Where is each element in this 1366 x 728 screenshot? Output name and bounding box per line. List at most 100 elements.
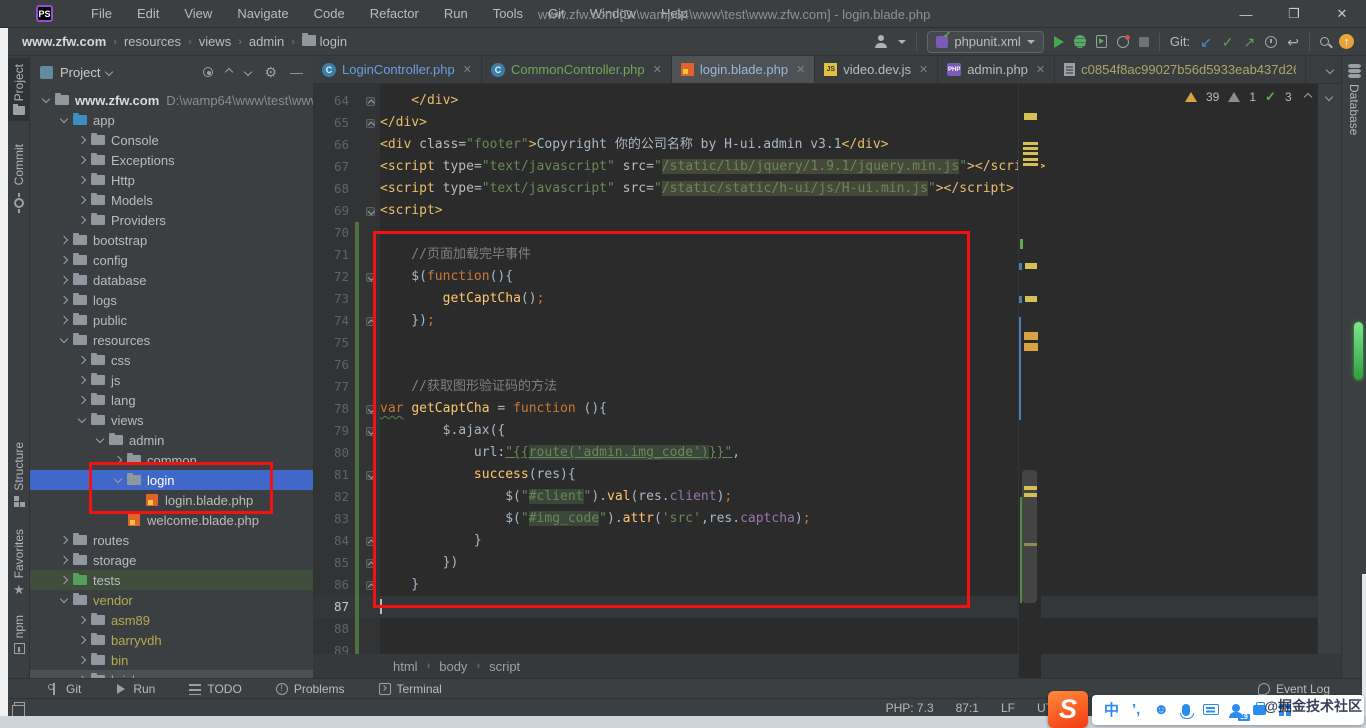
menu-item-tools[interactable]: Tools	[493, 6, 523, 21]
menu-item-navigate[interactable]: Navigate	[237, 6, 288, 21]
editor-tab-LoginController-php[interactable]: CLoginController.php✕	[313, 56, 482, 83]
code-line-66[interactable]: 66<div class="footer">Copyright 你的公司名称 b…	[313, 134, 1318, 156]
code-line-88[interactable]: 88	[313, 618, 1318, 640]
close-icon[interactable]: ✕	[463, 63, 472, 76]
hide-panel-icon[interactable]: —	[290, 65, 303, 80]
vcs-added-stripe-line[interactable]	[1020, 497, 1022, 603]
tree-item-resources[interactable]: resources	[30, 330, 313, 350]
breadcrumb-item-resources[interactable]: resources	[124, 34, 181, 49]
vcs-stripe-mark[interactable]	[1019, 263, 1022, 270]
tree-closed-chevron-icon[interactable]	[74, 657, 90, 663]
fold-end-icon[interactable]	[366, 97, 375, 106]
ime-account-icon[interactable]: 19	[1232, 704, 1240, 712]
user-icon[interactable]	[874, 35, 888, 48]
tree-item-admin[interactable]: admin	[30, 430, 313, 450]
tree-item-Console[interactable]: Console	[30, 130, 313, 150]
vcs-stripe-mark[interactable]	[1019, 296, 1022, 303]
git-push-button[interactable]: ↗	[1244, 35, 1256, 49]
tree-open-chevron-icon[interactable]	[56, 598, 72, 602]
search-everywhere-button[interactable]	[1320, 37, 1329, 46]
maximize-button[interactable]: ❐	[1270, 0, 1318, 28]
tree-closed-chevron-icon[interactable]	[56, 297, 72, 303]
editor-breadcrumb-script[interactable]: script	[489, 659, 520, 674]
tree-item-css[interactable]: css	[30, 350, 313, 370]
fold-open-icon[interactable]	[366, 207, 375, 216]
close-icon[interactable]: ✕	[919, 63, 928, 76]
tree-item-Providers[interactable]: Providers	[30, 210, 313, 230]
tree-open-chevron-icon[interactable]	[38, 98, 54, 102]
locate-file-icon[interactable]	[203, 67, 213, 77]
tree-closed-chevron-icon[interactable]	[56, 277, 72, 283]
hidden-tabs-chevron-icon[interactable]	[1326, 65, 1334, 73]
dim-stripe-mark[interactable]	[1024, 543, 1037, 546]
tree-item-barryvdh[interactable]: barryvdh	[30, 630, 313, 650]
close-icon[interactable]: ✕	[1036, 63, 1045, 76]
editor-error-stripe[interactable]	[1018, 84, 1041, 678]
tool-tab-project[interactable]: Project	[8, 58, 30, 121]
tree-item-asm89[interactable]: asm89	[30, 610, 313, 630]
tree-closed-chevron-icon[interactable]	[56, 537, 72, 543]
editor-tab-c0854f8ac99027b56d5933eab437d26e22[interactable]: c0854f8ac99027b56d5933eab437d26e22	[1055, 56, 1306, 83]
collapse-all-icon[interactable]	[225, 68, 233, 76]
editor-breadcrumb-html[interactable]: html	[393, 659, 418, 674]
ime-keyboard-icon[interactable]	[1203, 704, 1219, 715]
tree-closed-chevron-icon[interactable]	[74, 217, 90, 223]
tree-open-chevron-icon[interactable]	[56, 118, 72, 122]
warning-stripe-mark[interactable]	[1024, 486, 1037, 490]
status-item-php[interactable]: PHP: 7.3	[886, 701, 934, 715]
tree-item-brick[interactable]: brick	[30, 670, 313, 678]
close-button[interactable]: ✕	[1318, 0, 1366, 28]
editor-tab-CommonController-php[interactable]: CCommonController.php✕	[482, 56, 672, 83]
menu-item-run[interactable]: Run	[444, 6, 468, 21]
tree-item-logs[interactable]: logs	[30, 290, 313, 310]
tree-item-database[interactable]: database	[30, 270, 313, 290]
tree-closed-chevron-icon[interactable]	[74, 637, 90, 643]
ime-punctuation-icon[interactable]: ’,	[1132, 701, 1140, 718]
gear-icon[interactable]: ⚙	[264, 65, 277, 79]
breadcrumb-item-views[interactable]: views	[199, 34, 232, 49]
status-item-lf[interactable]: LF	[1001, 701, 1015, 715]
tree-closed-chevron-icon[interactable]	[74, 157, 90, 163]
debug-button[interactable]	[1074, 35, 1086, 48]
sogou-logo-icon[interactable]: S	[1048, 691, 1088, 728]
git-update-button[interactable]: ↙	[1200, 35, 1212, 49]
editor-tab-admin-php[interactable]: PHPadmin.php✕	[938, 56, 1055, 83]
tree-item-tests[interactable]: tests	[30, 570, 313, 590]
tree-item-app[interactable]: app	[30, 110, 313, 130]
tree-item-Exceptions[interactable]: Exceptions	[30, 150, 313, 170]
tool-tab-terminal[interactable]: Terminal	[379, 682, 442, 696]
editor-breadcrumb-body[interactable]: body	[439, 659, 467, 674]
tool-tab-problems[interactable]: Problems	[276, 682, 345, 696]
menu-item-view[interactable]: View	[184, 6, 212, 21]
code-line-89[interactable]: 89	[313, 640, 1318, 654]
tree-closed-chevron-icon[interactable]	[74, 397, 90, 403]
menu-item-file[interactable]: File	[91, 6, 112, 21]
vcs-stripe-line[interactable]	[1019, 317, 1021, 420]
database-icon[interactable]	[1348, 64, 1361, 68]
breadcrumb-item-login[interactable]: login	[302, 34, 347, 49]
tree-item-www-zfw-com[interactable]: www.zfw.comD:\wamp64\www\test\www	[30, 90, 313, 110]
code-line-64[interactable]: 64 </div>	[313, 90, 1318, 112]
close-icon[interactable]: ✕	[653, 63, 662, 76]
history-button[interactable]	[1265, 36, 1277, 48]
git-commit-button[interactable]: ✓	[1222, 35, 1234, 49]
tree-closed-chevron-icon[interactable]	[56, 257, 72, 263]
warning-stripe-marks[interactable]	[1023, 142, 1038, 145]
code-line-65[interactable]: 65</div>	[313, 112, 1318, 134]
ime-emoji-icon[interactable]: ☻	[1153, 701, 1169, 718]
tool-tab-structure[interactable]: Structure	[8, 436, 30, 513]
status-item-87[interactable]: 87:1	[956, 701, 979, 715]
tree-open-chevron-icon[interactable]	[92, 438, 108, 442]
run-configuration-select[interactable]: phpunit.xml	[927, 31, 1043, 53]
coverage-button[interactable]	[1096, 35, 1107, 48]
tree-closed-chevron-icon[interactable]	[74, 197, 90, 203]
tool-tab-commit[interactable]: Commit	[8, 138, 30, 214]
tree-closed-chevron-icon[interactable]	[74, 177, 90, 183]
tree-open-chevron-icon[interactable]	[74, 418, 90, 422]
tree-closed-chevron-icon[interactable]	[56, 557, 72, 563]
tree-item-config[interactable]: config	[30, 250, 313, 270]
green-stripe-mark[interactable]	[1020, 239, 1023, 249]
warning-stripe-mark[interactable]	[1024, 113, 1037, 120]
tree-item-vendor[interactable]: vendor	[30, 590, 313, 610]
tree-item-routes[interactable]: routes	[30, 530, 313, 550]
